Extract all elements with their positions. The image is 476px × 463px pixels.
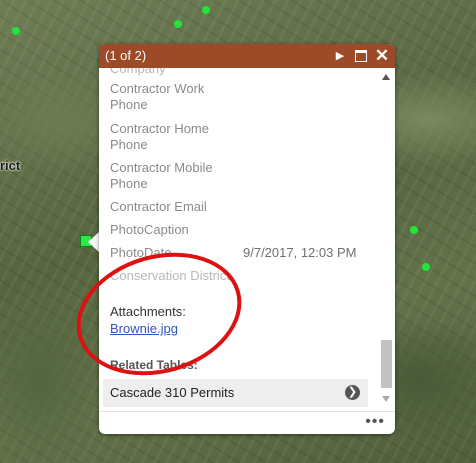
popup-pointer xyxy=(88,232,99,252)
field-label-photo-date: PhotoDate xyxy=(110,245,172,260)
field-label-company: Company xyxy=(110,68,166,76)
maximize-icon[interactable] xyxy=(353,44,369,68)
field-label-contractor-home-phone: Contractor Home Phone xyxy=(110,121,209,152)
field-label-contractor-email: Contractor Email xyxy=(110,199,207,214)
attachment-link[interactable]: Brownie.jpg xyxy=(110,321,178,336)
popup-content[interactable]: Company Contractor Work Phone Contractor… xyxy=(99,68,395,411)
more-options-icon[interactable]: ••• xyxy=(365,413,385,431)
map-point-marker[interactable] xyxy=(12,27,20,35)
field-label-photo-caption: PhotoCaption xyxy=(110,222,189,237)
map-point-marker[interactable] xyxy=(174,20,182,28)
field-value-photo-date: 9/7/2017, 12:03 PM xyxy=(243,245,357,260)
popup-scrollbar[interactable] xyxy=(381,74,392,406)
feature-popup: (1 of 2) ▶ ✕ Company Contractor Work Pho… xyxy=(99,44,395,434)
map-point-marker[interactable] xyxy=(422,263,430,271)
related-table-row[interactable]: Cascade 310 Permits ❯ xyxy=(103,379,368,407)
field-label-contractor-work-phone: Contractor Work Phone xyxy=(110,81,205,112)
attachments-label: Attachments: xyxy=(110,304,186,319)
popup-title: (1 of 2) xyxy=(105,48,147,63)
field-label-contractor-mobile-phone: Contractor Mobile Phone xyxy=(110,160,213,191)
map-label: rict xyxy=(0,158,21,173)
field-label-conservation-district: Conservation District xyxy=(110,268,230,283)
map-point-marker[interactable] xyxy=(410,226,418,234)
triangle-right-icon[interactable]: ▶ xyxy=(333,44,347,68)
map-point-marker[interactable] xyxy=(202,6,210,14)
scroll-up-icon[interactable] xyxy=(382,74,390,80)
related-table-name: Cascade 310 Permits xyxy=(110,385,235,400)
chevron-right-icon[interactable]: ❯ xyxy=(345,385,360,400)
scroll-thumb[interactable] xyxy=(381,340,392,388)
close-icon[interactable]: ✕ xyxy=(373,44,391,68)
popup-footer: ••• xyxy=(99,411,395,434)
popup-titlebar: (1 of 2) ▶ ✕ xyxy=(99,44,395,68)
related-tables-label: Related Tables: xyxy=(110,358,198,372)
scroll-down-icon[interactable] xyxy=(382,396,390,402)
